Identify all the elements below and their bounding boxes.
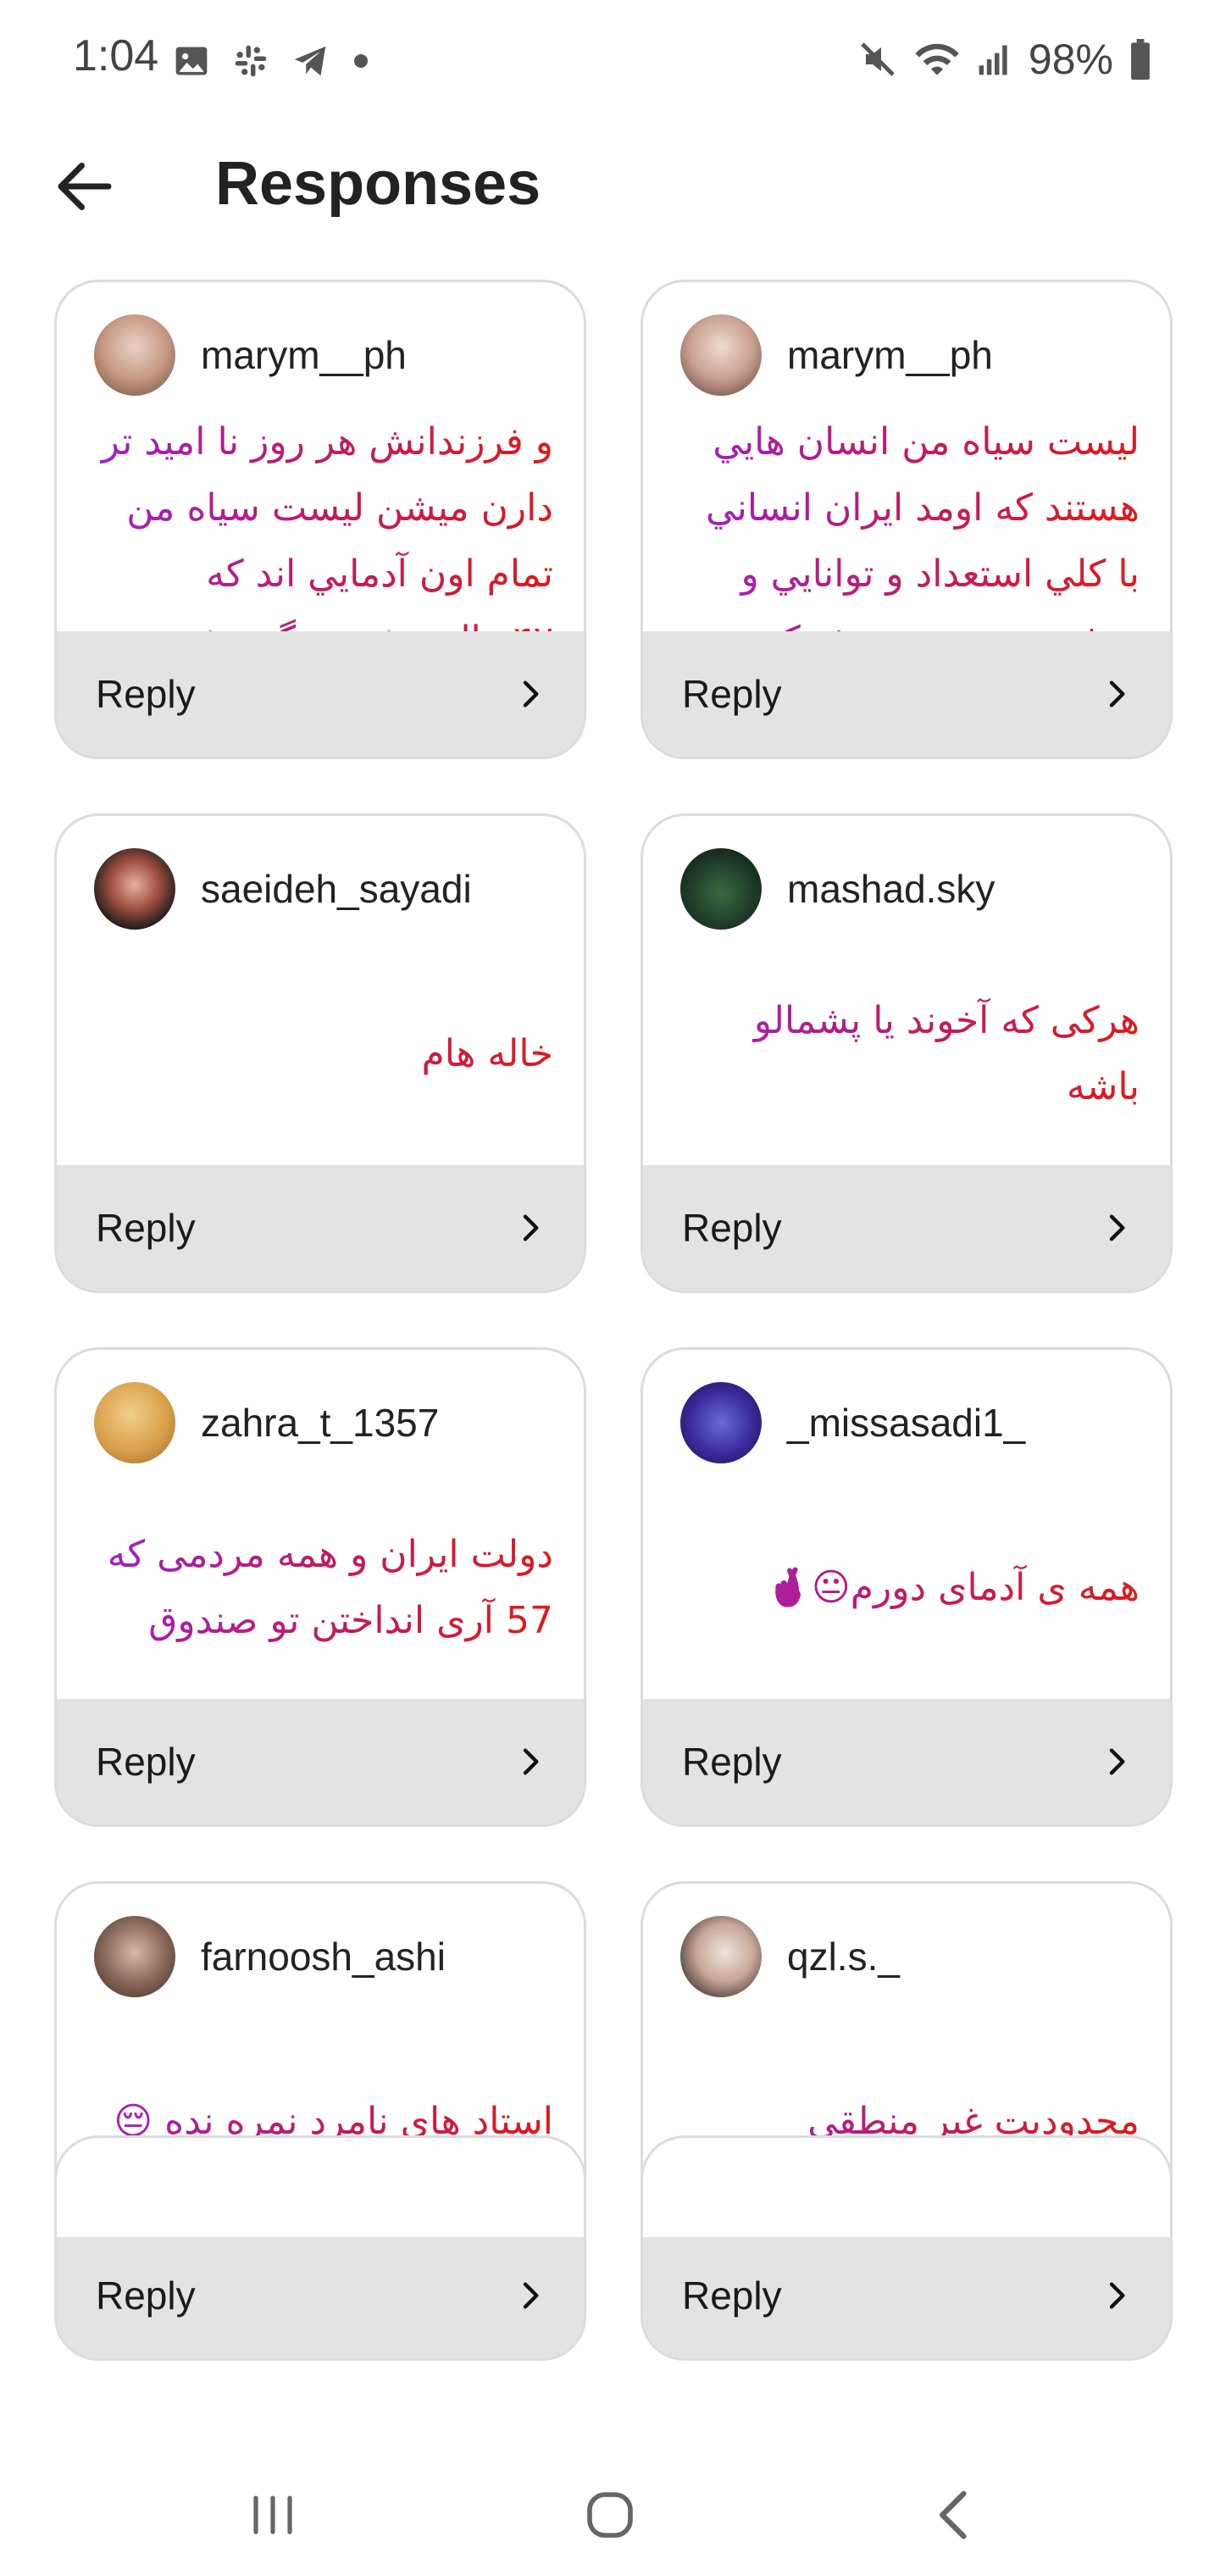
response-text: ليست سياه من انسان هايي هستند که اومد اي…	[680, 409, 1140, 631]
username[interactable]: farnoosh_ashi	[201, 1934, 446, 1979]
chevron-right-icon	[523, 2282, 539, 2309]
chevron-right-icon	[523, 1748, 539, 1775]
app-header: Responses	[0, 119, 1220, 246]
system-icons: 98%	[857, 32, 1152, 86]
chevron-right-icon	[1109, 1748, 1125, 1775]
reply-label: Reply	[682, 672, 782, 716]
battery-icon	[1131, 39, 1150, 80]
username[interactable]: saeideh_sayadi	[201, 866, 472, 912]
card-header: zahra_t_1357	[94, 1382, 439, 1463]
card-header: mashad.sky	[680, 848, 995, 930]
username[interactable]: zahra_t_1357	[201, 1400, 439, 1446]
response-text: هرکی که آخوند یا پشمالو باشه	[680, 988, 1140, 1120]
card-header: marym__ph	[680, 314, 993, 396]
reply-label: Reply	[96, 1740, 196, 1784]
response-card[interactable]: mashad.sky هرکی که آخوند یا پشمالو باشه …	[640, 813, 1173, 1293]
reply-button[interactable]: Reply	[643, 2233, 1170, 2358]
chevron-right-icon	[1109, 2282, 1125, 2309]
avatar[interactable]	[94, 848, 175, 930]
card-header: qzl.s._	[680, 1916, 900, 1997]
reply-label: Reply	[682, 2273, 782, 2318]
reply-label: Reply	[682, 1740, 782, 1784]
username[interactable]: marym__ph	[787, 332, 993, 378]
avatar[interactable]	[680, 1382, 762, 1463]
wifi-icon	[915, 43, 959, 75]
gallery-icon	[175, 47, 208, 75]
response-card-partial[interactable]	[640, 2135, 1173, 2237]
response-card-partial[interactable]	[54, 2135, 586, 2237]
response-card[interactable]: marym__ph و فرزندانش هر روز نا امید تر د…	[54, 280, 586, 759]
response-text: و فرزندانش هر روز نا امید تر دارن میشن ل…	[94, 409, 553, 631]
reply-label: Reply	[682, 1206, 782, 1250]
card-header: saeideh_sayadi	[94, 848, 472, 930]
battery-percent: 98%	[1028, 36, 1113, 83]
reply-button[interactable]: Reply	[643, 1165, 1170, 1291]
card-header: farnoosh_ashi	[94, 1916, 446, 1997]
card-header: marym__ph	[94, 314, 407, 396]
reply-button[interactable]: Reply	[57, 631, 584, 757]
notification-icons	[173, 37, 369, 85]
card-body: دولت ایران و همه مردمی که 57 آری انداختن…	[94, 1477, 553, 1699]
response-card[interactable]: _missasadi1_ همه ی آدمای دورم😐🤞 Reply	[640, 1347, 1173, 1827]
reply-button[interactable]: Reply	[643, 631, 1170, 757]
avatar[interactable]	[680, 314, 762, 396]
reply-button[interactable]: Reply	[643, 1699, 1170, 1824]
reply-button[interactable]: Reply	[57, 1699, 584, 1824]
mute-icon	[861, 42, 895, 76]
arrow-left-icon	[58, 163, 112, 210]
back-button[interactable]	[42, 144, 127, 229]
status-time: 1:04	[73, 31, 159, 80]
chevron-right-icon	[1109, 680, 1125, 708]
slack-icon	[235, 45, 267, 77]
username[interactable]: mashad.sky	[787, 866, 995, 912]
status-bar: 1:04 98%	[0, 0, 1220, 119]
response-text: خاله هام	[94, 1021, 553, 1087]
card-body: و فرزندانش هر روز نا امید تر دارن میشن ل…	[94, 409, 553, 631]
reply-label: Reply	[96, 1206, 196, 1250]
reply-button[interactable]: Reply	[57, 1165, 584, 1291]
chevron-left-icon	[940, 2490, 967, 2540]
avatar[interactable]	[94, 1382, 175, 1463]
card-body: هرکی که آخوند یا پشمالو باشه	[680, 943, 1140, 1165]
recent-apps-icon	[253, 2496, 292, 2534]
avatar[interactable]	[680, 1916, 762, 1997]
response-card[interactable]: saeideh_sayadi خاله هام Reply	[54, 813, 586, 1293]
avatar[interactable]	[94, 314, 175, 396]
signal-icon	[979, 45, 1007, 75]
response-text: دولت ایران و همه مردمی که 57 آری انداختن…	[94, 1522, 553, 1654]
dot-icon	[354, 54, 368, 68]
avatar[interactable]	[680, 848, 762, 930]
response-card[interactable]: zahra_t_1357 دولت ایران و همه مردمی که 5…	[54, 1347, 586, 1827]
card-body: همه ی آدمای دورم😐🤞	[680, 1477, 1140, 1699]
telegram-icon	[294, 46, 326, 76]
home-button[interactable]	[568, 2473, 652, 2557]
response-card[interactable]: marym__ph ليست سياه من انسان هايي هستند …	[640, 280, 1173, 759]
system-nav-bar	[0, 2449, 1220, 2576]
reply-button[interactable]: Reply	[57, 2233, 584, 2358]
page-title: Responses	[215, 150, 541, 218]
response-card[interactable]: qzl.s._ محدودیت غیر منطقی Reply	[640, 1881, 1173, 2361]
chevron-right-icon	[523, 680, 539, 708]
chevron-right-icon	[523, 1214, 539, 1241]
avatar[interactable]	[94, 1916, 175, 1997]
card-body: ليست سياه من انسان هايي هستند که اومد اي…	[680, 409, 1140, 631]
username[interactable]: _missasadi1_	[787, 1400, 1025, 1446]
username[interactable]: marym__ph	[201, 332, 407, 378]
chevron-right-icon	[1109, 1214, 1125, 1241]
card-header: _missasadi1_	[680, 1382, 1025, 1463]
system-back-button[interactable]	[912, 2473, 996, 2557]
reply-label: Reply	[96, 2273, 196, 2318]
card-body: خاله هام	[94, 943, 553, 1165]
reply-label: Reply	[96, 672, 196, 716]
home-icon	[587, 2492, 633, 2538]
response-card[interactable]: farnoosh_ashi استاد های نامرد نمره نده 😔…	[54, 1881, 586, 2361]
username[interactable]: qzl.s._	[787, 1934, 900, 1979]
recent-apps-button[interactable]	[230, 2473, 315, 2557]
response-text: همه ی آدمای دورم😐🤞	[680, 1555, 1140, 1621]
